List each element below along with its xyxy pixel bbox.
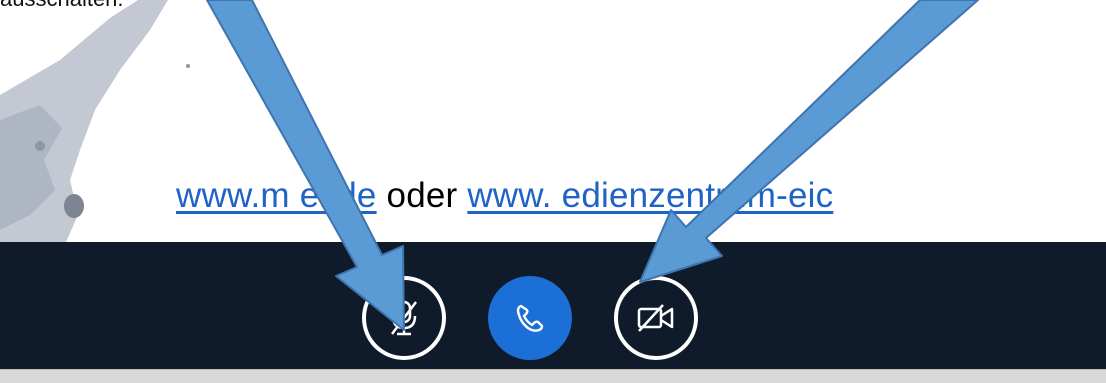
url-separator: oder [376,176,468,215]
link-medienzentrum[interactable]: www. edienzentrum-eic [467,176,833,215]
camera-button[interactable] [614,276,698,360]
link-mmei[interactable]: www.m ei.de [176,176,377,215]
mute-button[interactable] [362,276,446,360]
screenshot-stage: ausschalten. www.m ei.de oder www. edien… [0,0,1106,383]
slide-url-line: www.m ei.de oder www. edienzentrum-eic [176,176,833,216]
phone-icon [516,304,544,332]
microphone-muted-icon [391,300,417,336]
camera-off-icon [637,304,674,332]
call-button[interactable] [488,276,572,360]
bottom-strip [0,369,1106,383]
